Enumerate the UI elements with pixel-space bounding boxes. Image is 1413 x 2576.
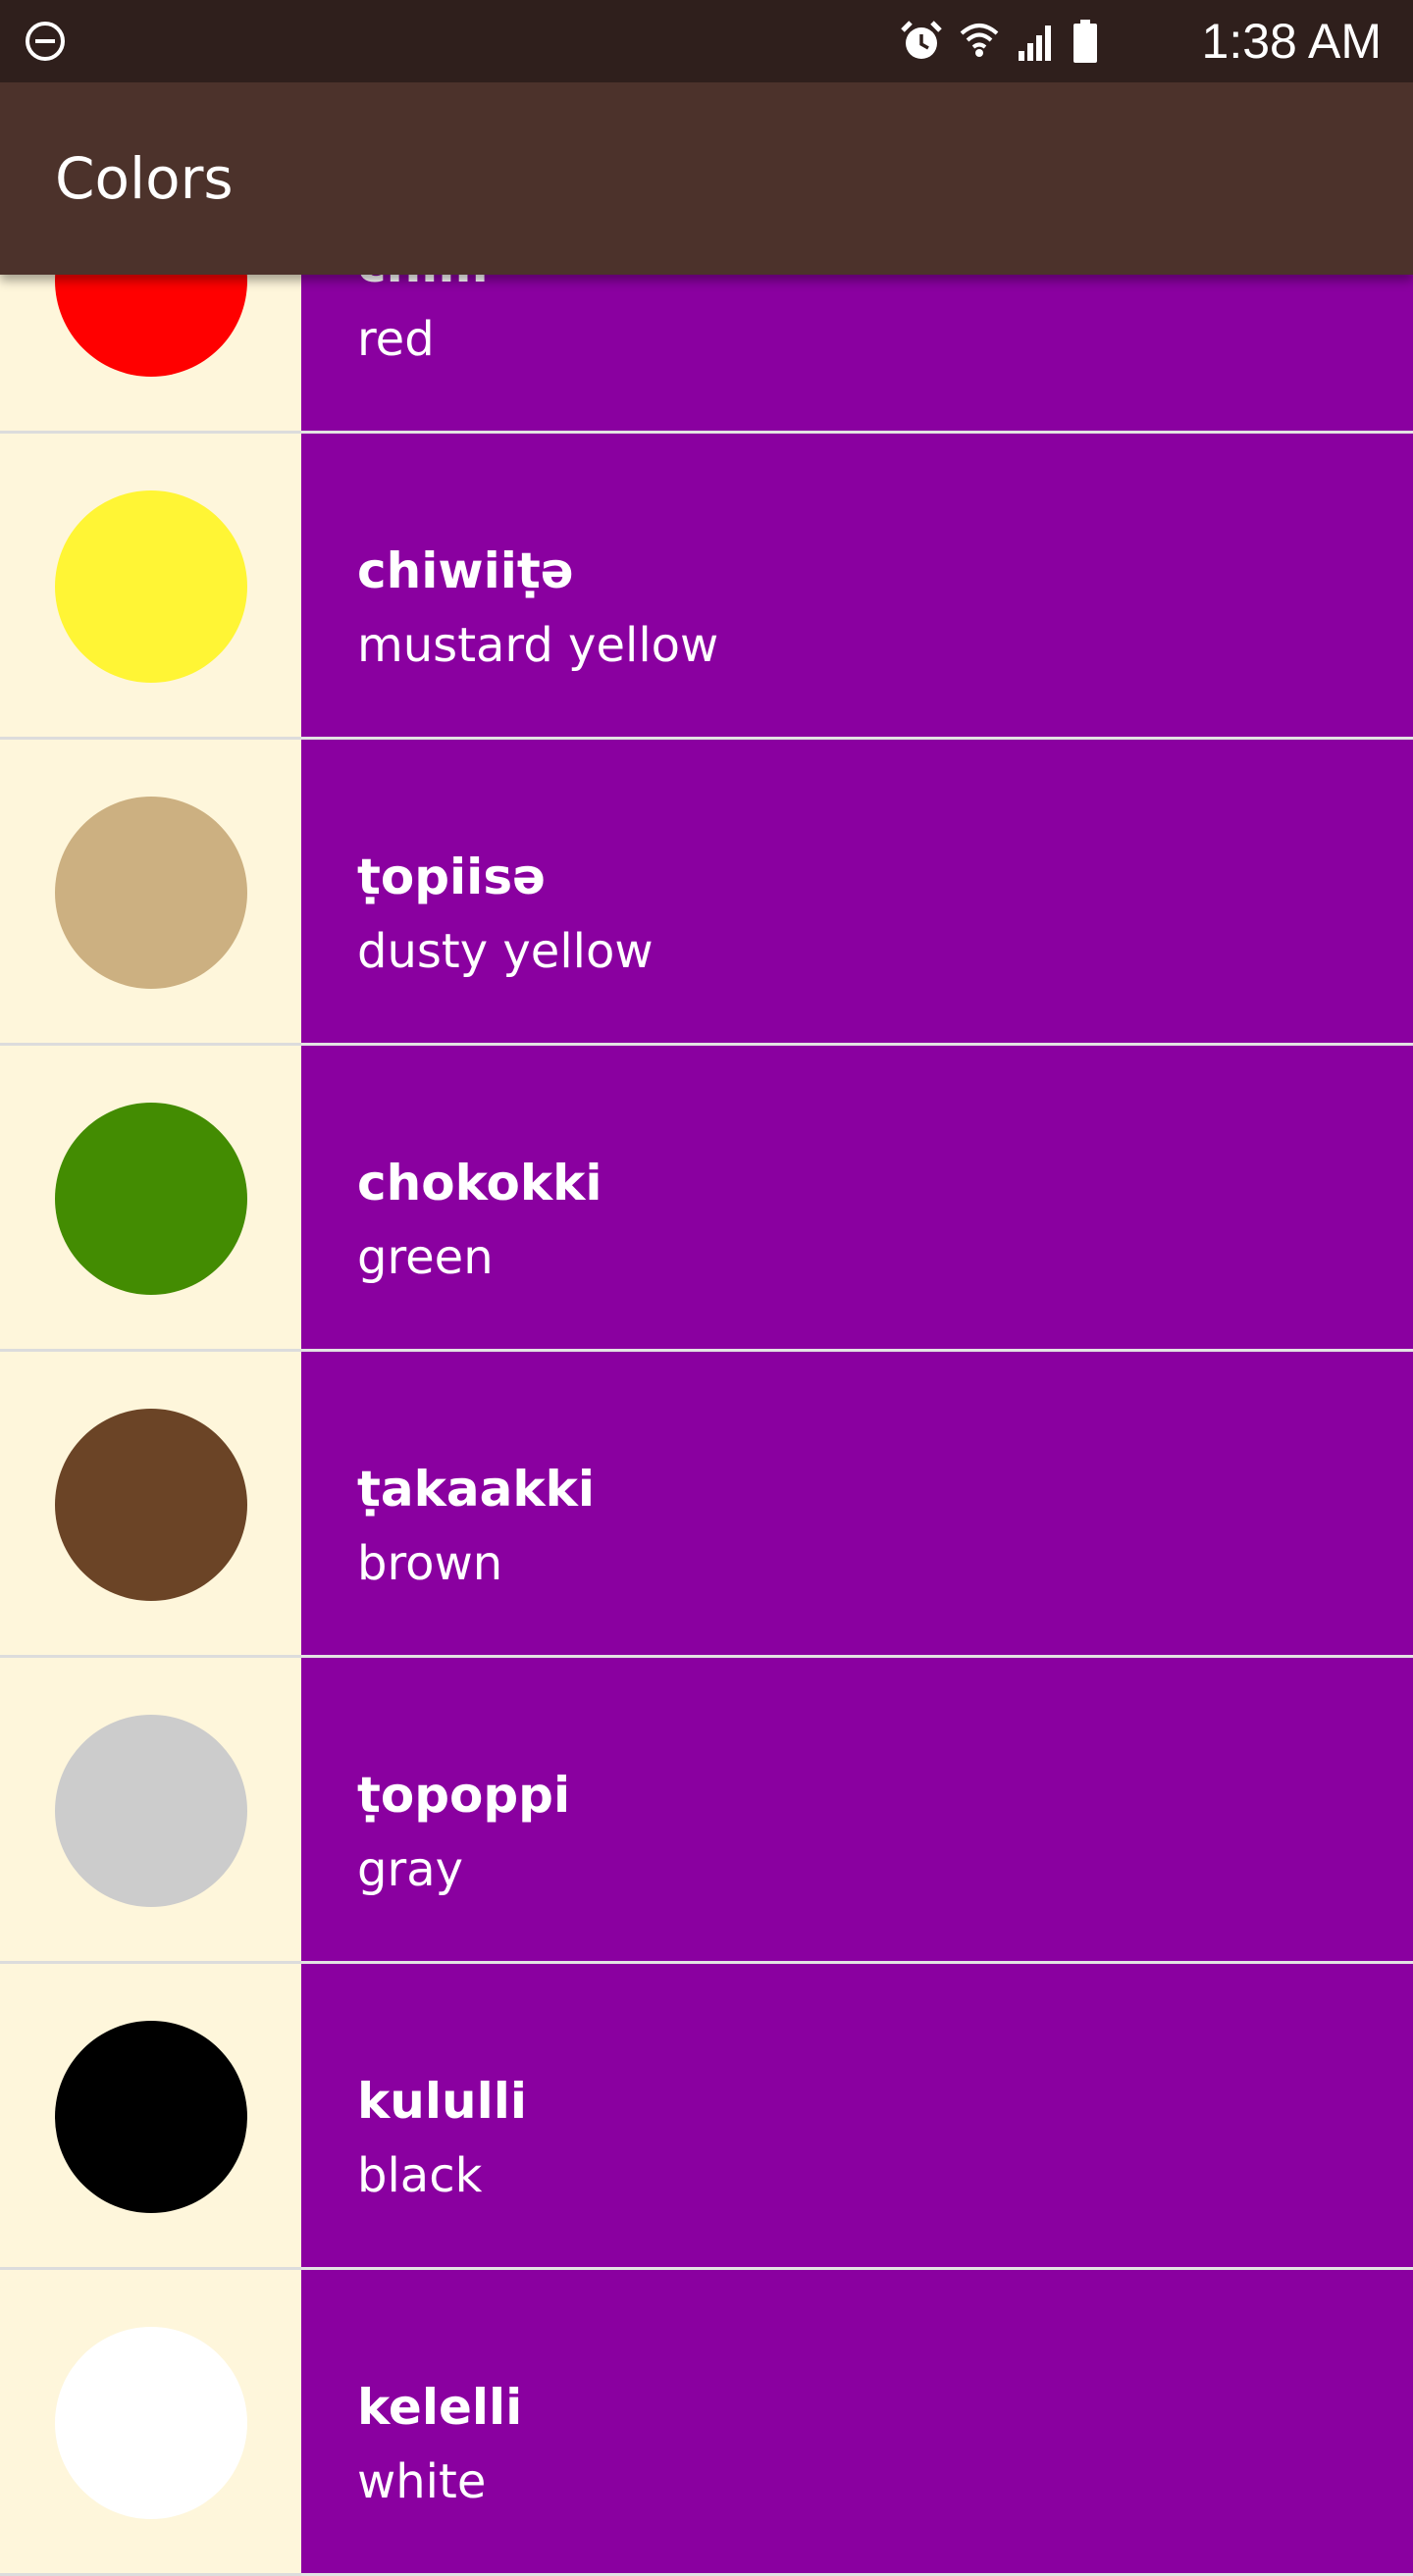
meaning-label: gray (357, 1842, 464, 1897)
status-icons (899, 18, 1099, 65)
app-bar: Colors (0, 82, 1413, 275)
color-list: chilliredchiwiiṭəmustard yellowṭopiisədu… (0, 128, 1413, 2576)
meaning-label: dusty yellow (357, 924, 654, 979)
signal-icon (1019, 26, 1051, 61)
text-panel: ṭakaakki brown (301, 1352, 1413, 1658)
list-item[interactable]: kululli black (0, 1964, 1413, 2270)
text-panel: ṭopiisə dusty yellow (301, 740, 1413, 1046)
word-label: ṭopiisə (357, 849, 546, 905)
list-item[interactable]: kelelli white (0, 2270, 1413, 2576)
meaning-label: red (357, 312, 435, 367)
swatch-container (0, 740, 301, 1046)
word-label: kululli (357, 2073, 527, 2130)
color-swatch (55, 2327, 247, 2519)
list-item[interactable]: chokokki green (0, 1046, 1413, 1352)
list-item[interactable]: chiwiiṭə mustard yellow (0, 434, 1413, 740)
wifi-icon (960, 24, 999, 57)
color-swatch (55, 490, 247, 683)
meaning-label: mustard yellow (357, 618, 719, 673)
swatch-container (0, 2270, 301, 2576)
text-panel: kelelli white (301, 2270, 1413, 2576)
text-panel: chokokki green (301, 1046, 1413, 1352)
text-panel: chiwiiṭə mustard yellow (301, 434, 1413, 740)
swatch-container (0, 1658, 301, 1964)
color-swatch (55, 1103, 247, 1295)
word-label: chiwiiṭə (357, 542, 574, 599)
list-item[interactable]: ṭopiisə dusty yellow (0, 740, 1413, 1046)
text-panel: kululli black (301, 1964, 1413, 2270)
word-label: ṭopoppi (357, 1767, 571, 1824)
meaning-label: green (357, 1230, 494, 1285)
alarm-icon (901, 21, 942, 59)
swatch-container (0, 1046, 301, 1352)
battery-icon (1073, 20, 1097, 63)
swatch-container (0, 1352, 301, 1658)
word-label: ṭakaakki (357, 1461, 596, 1518)
do-not-disturb-icon (26, 22, 65, 61)
swatch-container (0, 434, 301, 740)
page-title: Colors (55, 145, 234, 212)
list-item[interactable]: ṭopoppi gray (0, 1658, 1413, 1964)
meaning-label: black (357, 2148, 483, 2203)
text-panel: ṭopoppi gray (301, 1658, 1413, 1964)
word-label: kelelli (357, 2379, 523, 2436)
list-item[interactable]: ṭakaakki brown (0, 1352, 1413, 1658)
color-swatch (55, 1409, 247, 1601)
status-bar: 1:38 AM (0, 0, 1413, 82)
word-label: chokokki (357, 1155, 602, 1211)
meaning-label: white (357, 2454, 487, 2509)
status-time: 1:38 AM (1201, 14, 1382, 69)
color-swatch (55, 2021, 247, 2213)
swatch-container (0, 1964, 301, 2270)
meaning-label: brown (357, 1536, 503, 1591)
color-swatch (55, 1715, 247, 1907)
color-swatch (55, 797, 247, 989)
